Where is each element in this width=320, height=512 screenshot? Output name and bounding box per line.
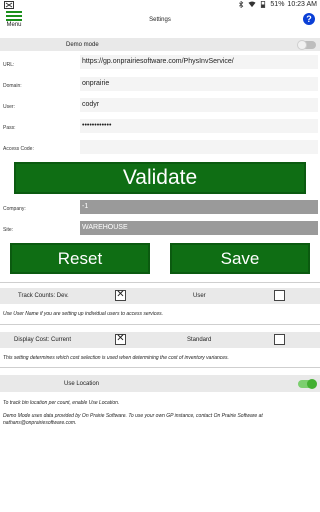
toggle-knob (297, 40, 307, 50)
status-bar: 51% 10:23 AM (0, 0, 320, 10)
use-location-row: Use Location (0, 375, 320, 392)
domain-field[interactable]: onprairie (80, 77, 318, 91)
use-location-hint: To track bin location per count, enable … (3, 400, 120, 406)
demo-mode-toggle[interactable] (297, 40, 316, 50)
url-field[interactable]: https://gp.onprairiesoftware.com/PhysInv… (80, 55, 318, 69)
bluetooth-icon (239, 1, 244, 8)
app-bar: Menu Settings ? (0, 10, 320, 32)
validate-button[interactable]: Validate (14, 162, 306, 194)
user-field[interactable]: codyr (80, 98, 318, 112)
help-button[interactable]: ? (303, 13, 315, 25)
use-location-toggle[interactable] (298, 379, 317, 389)
divider (0, 367, 320, 368)
track-counts-label: Track Counts: Dev. (18, 293, 69, 299)
wifi-icon (248, 1, 256, 8)
demo-mode-label: Demo mode (66, 42, 99, 48)
checkmark-x-icon: ✕ (116, 333, 125, 344)
use-location-label: Use Location (64, 381, 100, 387)
divider (0, 324, 320, 325)
notification-icon (4, 1, 14, 9)
divider (0, 282, 320, 283)
clock: 10:23 AM (287, 1, 317, 8)
site-label: Site: (3, 227, 14, 233)
user-label: User: (3, 104, 15, 110)
standard-cost-checkbox[interactable] (274, 334, 285, 345)
current-cost-checkbox[interactable]: ✕ (115, 333, 126, 345)
dev-checkbox[interactable]: ✕ (115, 289, 126, 301)
standard-option-label: Standard (187, 337, 212, 343)
battery-icon (261, 1, 266, 8)
display-cost-hint: This setting determines which cost selec… (3, 355, 229, 361)
access-code-label: Access Code: (3, 146, 34, 152)
checkmark-x-icon: ✕ (116, 289, 125, 300)
access-code-field[interactable] (80, 140, 318, 154)
display-cost-row: Display Cost: Current ✕ Standard (0, 332, 320, 348)
pass-label: Pass: (3, 125, 16, 131)
battery-percent: 51% (270, 1, 285, 8)
page-title: Settings (149, 17, 171, 23)
demo-mode-row: Demo mode (0, 38, 320, 51)
demo-mode-note: Demo Mode uses data provided by On Prair… (3, 413, 263, 426)
site-field[interactable]: WAREHOUSE (80, 221, 318, 235)
user-checkbox[interactable] (274, 290, 285, 301)
company-field[interactable]: -1 (80, 200, 318, 214)
display-cost-label: Display Cost: Current (14, 337, 72, 343)
password-field[interactable]: •••••••••••• (80, 119, 318, 133)
url-label: URL: (3, 62, 15, 68)
domain-label: Domain: (3, 83, 22, 89)
track-counts-hint: Use User Name if you are setting up indi… (3, 311, 164, 317)
track-counts-row: Track Counts: Dev. ✕ User (0, 288, 320, 304)
save-button[interactable]: Save (170, 243, 310, 274)
user-option-label: User (193, 293, 206, 299)
toggle-knob (307, 379, 317, 389)
company-label: Company: (3, 206, 26, 212)
reset-button[interactable]: Reset (10, 243, 150, 274)
